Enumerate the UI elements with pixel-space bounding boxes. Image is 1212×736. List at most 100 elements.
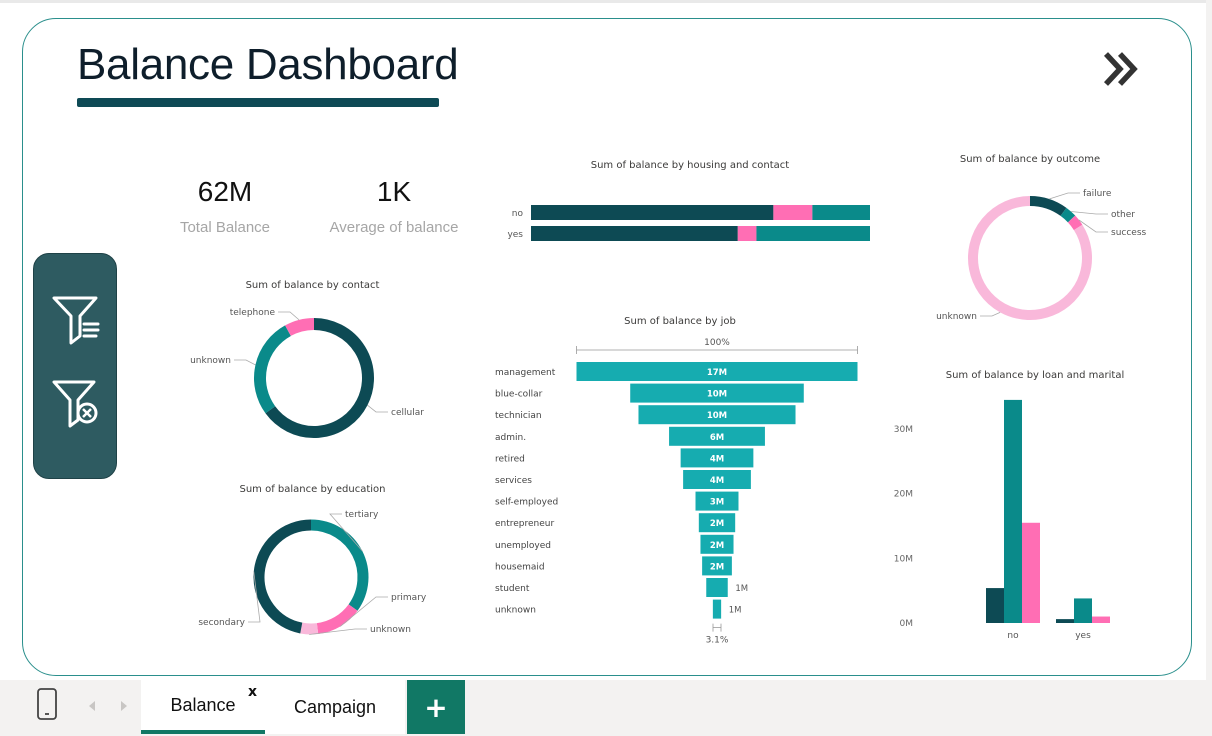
housing-bar-segment[interactable] bbox=[531, 205, 774, 220]
loan-column-bar[interactable] bbox=[1092, 616, 1110, 623]
funnel-data-label: 6M bbox=[710, 433, 724, 443]
tab-campaign[interactable]: Campaign bbox=[265, 680, 405, 734]
double-chevron-right-icon bbox=[1103, 52, 1138, 86]
funnel-category-label: housemaid bbox=[495, 562, 545, 572]
contact-leader-line bbox=[367, 404, 388, 413]
page-tab-bar: Balance x Campaign + bbox=[0, 680, 1212, 736]
funnel-category-label: services bbox=[495, 476, 532, 486]
education-slice-label: secondary bbox=[198, 618, 245, 628]
contact-chart-title: Sum of balance by contact bbox=[245, 280, 380, 291]
funnel-data-label: 10M bbox=[707, 390, 727, 400]
funnel-data-label: 4M bbox=[710, 454, 724, 464]
funnel-category-label: admin. bbox=[495, 433, 526, 443]
funnel-data-label: 4M bbox=[710, 476, 724, 486]
education-slice-label: primary bbox=[391, 593, 427, 603]
housing-bar-segment[interactable] bbox=[773, 205, 813, 220]
loan-y-tick-label: 10M bbox=[894, 554, 913, 564]
housing-bar-segment[interactable] bbox=[756, 226, 870, 241]
funnel-data-label: 1M bbox=[735, 584, 748, 594]
add-page-button[interactable]: + bbox=[407, 680, 465, 734]
job-funnel-chart: 100% management 17M blue-collar 10M technicia… bbox=[495, 338, 858, 646]
outcome-slice[interactable] bbox=[1029, 196, 1067, 217]
education-slice-label: unknown bbox=[370, 625, 411, 635]
education-slice[interactable] bbox=[310, 519, 369, 611]
outcome-slice[interactable] bbox=[1060, 207, 1076, 223]
window-top-strip bbox=[0, 0, 1212, 3]
contact-leader-line bbox=[278, 311, 300, 321]
contact-slice[interactable] bbox=[285, 318, 315, 337]
funnel-data-label: 1M bbox=[729, 606, 742, 616]
loan-y-tick-label: 0M bbox=[900, 619, 914, 629]
tab-balance[interactable]: Balance bbox=[141, 680, 265, 734]
outcome-slice-label: failure bbox=[1083, 189, 1112, 199]
education-slice[interactable] bbox=[316, 604, 358, 635]
filter-lines-icon bbox=[52, 296, 100, 345]
funnel-category-label: management bbox=[495, 368, 556, 378]
clear-filters-button[interactable] bbox=[50, 376, 102, 432]
loan-column-bar[interactable] bbox=[1056, 619, 1074, 623]
loan-column-bar[interactable] bbox=[986, 588, 1004, 623]
funnel-category-label: retired bbox=[495, 454, 525, 464]
funnel-category-label: technician bbox=[495, 411, 542, 421]
funnel-category-label: self-employed bbox=[495, 498, 558, 508]
funnel-bar[interactable] bbox=[706, 578, 728, 597]
page-title: Balance Dashboard bbox=[77, 40, 459, 89]
housing-bar-segment[interactable] bbox=[531, 226, 738, 241]
filter-panel bbox=[33, 253, 117, 479]
outcome-slice-label: other bbox=[1111, 210, 1135, 220]
education-slice[interactable] bbox=[300, 622, 319, 635]
funnel-category-label: unemployed bbox=[495, 541, 551, 551]
scroll-left-icon[interactable] bbox=[86, 699, 98, 713]
funnel-data-label: 2M bbox=[710, 541, 724, 551]
funnel-bar[interactable] bbox=[712, 599, 722, 619]
job-chart-title: Sum of balance by job bbox=[624, 316, 736, 327]
outcome-slice-label: success bbox=[1111, 228, 1147, 238]
funnel-category-label: student bbox=[495, 584, 530, 594]
next-page-button[interactable] bbox=[1100, 50, 1144, 90]
loan-column-bar[interactable] bbox=[1022, 522, 1040, 623]
outcome-leader-line bbox=[1049, 192, 1080, 200]
education-chart-title: Sum of balance by education bbox=[239, 484, 386, 495]
funnel-data-label: 2M bbox=[710, 562, 724, 572]
funnel-data-label: 2M bbox=[710, 519, 724, 529]
close-tab-icon[interactable]: x bbox=[248, 684, 257, 700]
contact-slice-label: cellular bbox=[391, 408, 424, 418]
contact-donut-chart: cellular unknown telephone bbox=[190, 308, 424, 438]
contact-slice[interactable] bbox=[254, 325, 292, 414]
education-slice-label: tertiary bbox=[345, 510, 379, 520]
funnel-category-label: entrepreneur bbox=[495, 519, 555, 529]
kpi-average-balance-value: 1K bbox=[376, 176, 412, 207]
contact-slice-label: unknown bbox=[190, 356, 231, 366]
loan-marital-chart: 0M 10M 20M 30M no yes bbox=[894, 399, 1110, 641]
outcome-leader-line bbox=[980, 311, 1001, 317]
outcome-slice[interactable] bbox=[1067, 215, 1083, 231]
mobile-layout-icon[interactable] bbox=[36, 687, 58, 721]
funnel-category-label: unknown bbox=[495, 606, 536, 616]
loan-column-bar[interactable] bbox=[1004, 399, 1022, 623]
scroll-right-icon[interactable] bbox=[118, 699, 130, 713]
filter-pane-button[interactable] bbox=[50, 292, 102, 348]
loan-x-tick-label: yes bbox=[1075, 631, 1091, 641]
kpi-total-balance-label: Total Balance bbox=[179, 219, 271, 236]
kpi-average-balance-label: Average of balance bbox=[329, 219, 459, 236]
education-donut-chart: tertiary primary unknown secondary bbox=[198, 510, 427, 635]
housing-bar-segment[interactable] bbox=[812, 205, 870, 220]
loan-x-tick-label: no bbox=[1007, 631, 1019, 641]
outcome-leader-line bbox=[1070, 211, 1108, 215]
loan-y-tick-label: 30M bbox=[894, 425, 913, 435]
funnel-category-label: blue-collar bbox=[495, 390, 543, 400]
housing-contact-chart: no yes bbox=[507, 205, 870, 241]
loan-y-tick-label: 20M bbox=[894, 490, 913, 500]
housing-tick-label: no bbox=[512, 209, 524, 219]
loan-column-bar[interactable] bbox=[1074, 598, 1092, 623]
window-right-margin bbox=[1206, 0, 1212, 680]
funnel-data-label: 17M bbox=[707, 368, 727, 378]
housing-bar-segment[interactable] bbox=[737, 226, 757, 241]
contact-slice[interactable] bbox=[265, 318, 374, 438]
loan-marital-chart-title: Sum of balance by loan and marital bbox=[945, 370, 1125, 381]
housing-contact-chart-title: Sum of balance by housing and contact bbox=[590, 160, 790, 171]
outcome-chart-title: Sum of balance by outcome bbox=[959, 154, 1101, 165]
education-slice[interactable] bbox=[253, 519, 312, 634]
housing-tick-label: yes bbox=[507, 230, 523, 240]
contact-leader-line bbox=[234, 359, 256, 366]
